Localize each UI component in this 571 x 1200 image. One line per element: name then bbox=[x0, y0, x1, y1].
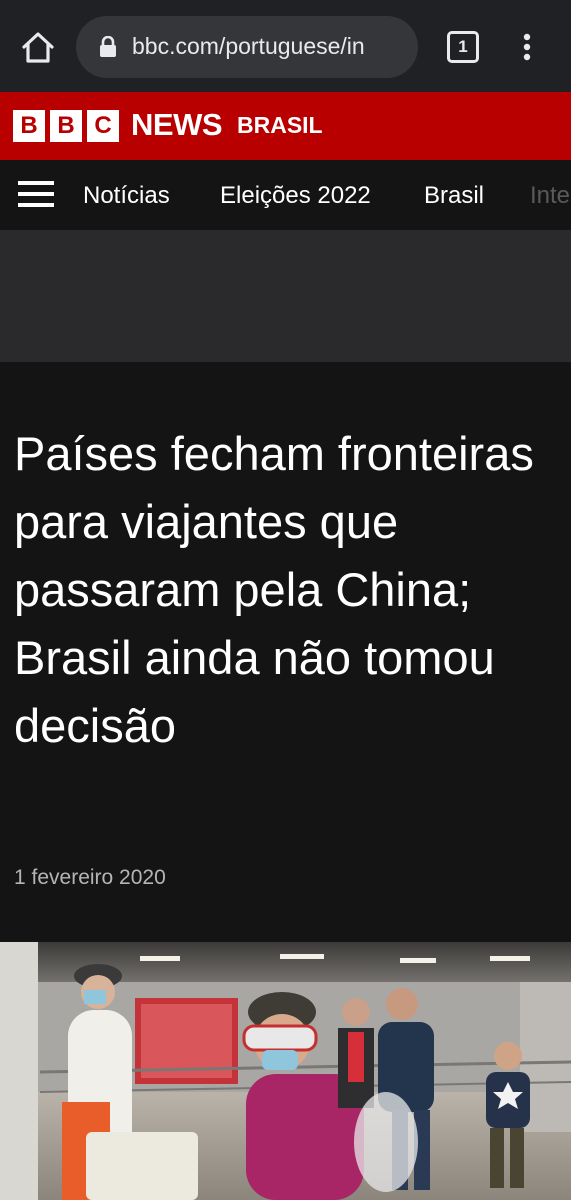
nav-item-noticias[interactable]: Notícias bbox=[83, 182, 170, 210]
lock-icon bbox=[98, 35, 118, 58]
bbc-logo[interactable]: B B C bbox=[13, 110, 119, 142]
url-text: bbc.com/portuguese/in bbox=[132, 33, 365, 59]
nav-item-brasil[interactable]: Brasil bbox=[424, 182, 484, 210]
logo-block: C bbox=[87, 110, 119, 142]
site-header: B B C NEWS BRASIL bbox=[0, 92, 571, 160]
edition-name: BRASIL bbox=[237, 112, 323, 138]
tab-switcher-button[interactable]: 1 bbox=[447, 31, 479, 63]
nav-item-eleicoes[interactable]: Eleições 2022 bbox=[220, 182, 371, 210]
section-nav: Notícias Eleições 2022 Brasil Inte bbox=[0, 160, 571, 230]
ad-placeholder bbox=[0, 230, 571, 362]
address-bar[interactable]: bbc.com/portuguese/in bbox=[76, 16, 418, 78]
article-headline: Países fecham fronteiras para viajantes … bbox=[14, 427, 534, 752]
home-icon[interactable] bbox=[18, 28, 58, 68]
logo-block: B bbox=[50, 110, 82, 142]
logo-block: B bbox=[13, 110, 45, 142]
nav-item-internacional[interactable]: Inte bbox=[530, 182, 570, 210]
overflow-menu-icon[interactable] bbox=[512, 28, 542, 68]
hamburger-menu-icon[interactable] bbox=[18, 181, 54, 209]
brand-name: NEWS bbox=[131, 107, 223, 142]
article-photo bbox=[0, 942, 571, 1200]
article-date: 1 fevereiro 2020 bbox=[14, 866, 166, 889]
browser-toolbar: bbc.com/portuguese/in 1 bbox=[0, 0, 571, 92]
